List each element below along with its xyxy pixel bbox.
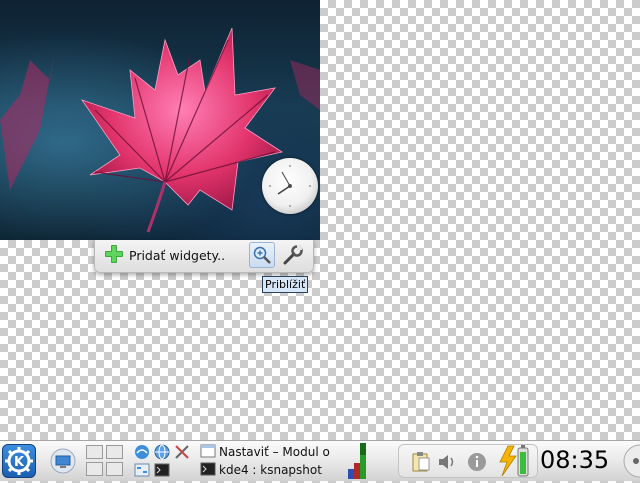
- digital-clock[interactable]: 08:35: [540, 446, 609, 474]
- toolbox-settings-button[interactable]: [281, 243, 305, 267]
- zoom-in-icon: [250, 246, 274, 271]
- kde-logo-icon: K: [3, 447, 35, 481]
- klipper-clipboard-icon[interactable]: [410, 451, 432, 473]
- konqueror-icon[interactable]: [154, 444, 170, 460]
- svg-text:K: K: [14, 455, 25, 470]
- task-label: kde4 : ksnapshot: [219, 463, 322, 477]
- terminal-launcher-icon[interactable]: [154, 462, 170, 478]
- volume-icon[interactable]: [436, 451, 458, 473]
- pager-desktop-3[interactable]: [86, 462, 103, 476]
- wrench-icon: [281, 245, 305, 271]
- pager-desktop-1[interactable]: [86, 445, 103, 459]
- task-item-settings[interactable]: Nastaviť – Modul o: [200, 443, 340, 461]
- bottom-panel: K Nastaviť – Modul o kde4: ksnapshot 08…: [0, 440, 640, 481]
- panel-toolbox-button[interactable]: [620, 443, 640, 479]
- monitor-icon: [50, 448, 76, 478]
- system-monitor-widget[interactable]: [346, 443, 370, 479]
- battery-icon[interactable]: [496, 444, 536, 478]
- virtual-desktop-pager[interactable]: [86, 445, 128, 477]
- application-launcher-button[interactable]: K: [2, 444, 36, 478]
- task-item-ksnapshot[interactable]: kde4 : ksnapshot: [200, 461, 340, 479]
- info-icon[interactable]: [466, 451, 488, 473]
- add-widgets-button[interactable]: Pridať widgety..: [103, 243, 225, 267]
- zoom-tooltip: Priblížiť: [262, 276, 309, 293]
- tools-icon[interactable]: [174, 444, 190, 460]
- plus-icon: [103, 243, 125, 268]
- zoom-in-button[interactable]: [249, 242, 275, 268]
- pager-desktop-4[interactable]: [106, 462, 123, 476]
- pager-desktop-2[interactable]: [106, 445, 123, 459]
- desktop-toolbox: Pridať widgety..: [94, 240, 314, 273]
- analog-clock-widget[interactable]: [262, 158, 318, 214]
- task-label: Nastaviť – Modul o: [219, 445, 330, 459]
- system-settings-icon[interactable]: [134, 462, 150, 478]
- show-desktop-button[interactable]: [50, 448, 76, 474]
- terminal-icon: [200, 461, 216, 479]
- dolphin-icon[interactable]: [134, 444, 150, 460]
- add-widgets-label: Pridať widgety..: [129, 247, 226, 263]
- window-icon: [200, 443, 216, 461]
